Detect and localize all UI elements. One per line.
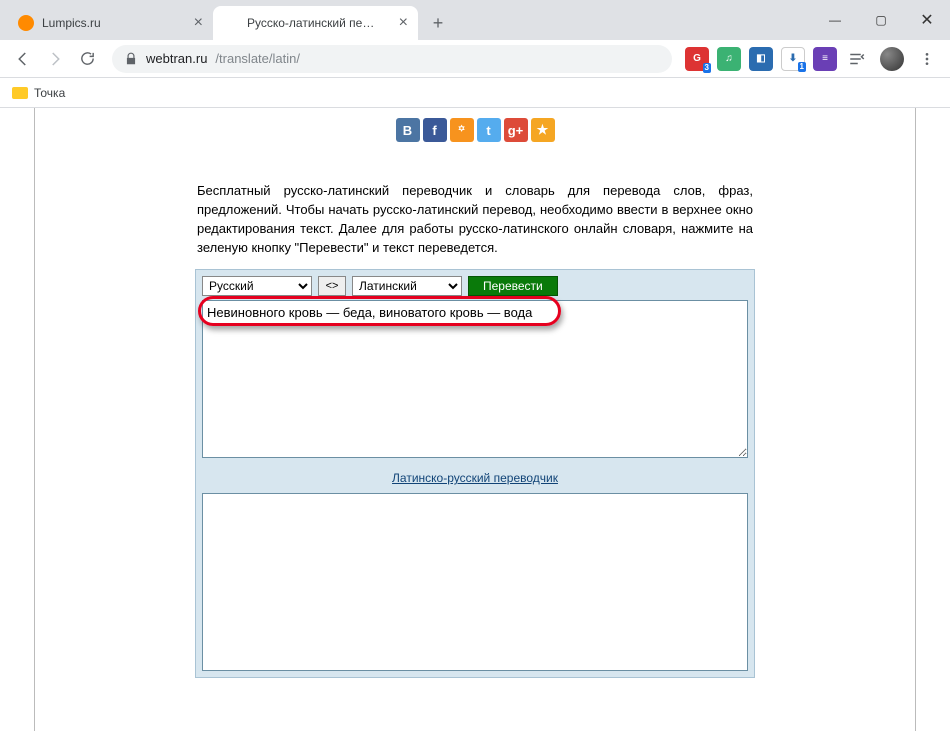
browser-toolbar: webtran.ru/translate/latin/ G3 ♫ ◧ ⬇1 ≡ (0, 40, 950, 78)
close-icon[interactable]: × (399, 14, 408, 32)
source-text-input[interactable] (202, 300, 748, 458)
reading-list-icon[interactable] (842, 44, 872, 74)
profile-avatar[interactable] (880, 47, 904, 71)
page-viewport: B f ꙳ t g+ ★ Бесплатный русско-латинский… (0, 108, 950, 731)
extension-icon[interactable]: G3 (685, 47, 709, 71)
tab-title: Русско-латинский переводчик (247, 16, 377, 30)
url-host: webtran.ru (146, 51, 207, 66)
bookmark-folder[interactable]: Точка (34, 86, 65, 100)
reload-button[interactable] (72, 44, 102, 74)
back-button[interactable] (8, 44, 38, 74)
extension-icon[interactable]: ♫ (717, 47, 741, 71)
extension-icon[interactable]: ◧ (749, 47, 773, 71)
twitter-icon[interactable]: t (477, 118, 501, 142)
window-controls: — ▢ ✕ (812, 0, 950, 40)
extension-icon[interactable]: ⬇1 (781, 47, 805, 71)
translator-panel: Русский <> Латинский Перевести Латинско-… (195, 269, 755, 678)
vk-icon[interactable]: B (396, 118, 420, 142)
favicon-lumpics (18, 15, 34, 31)
target-language-select[interactable]: Латинский (352, 276, 462, 296)
swap-languages-button[interactable]: <> (318, 276, 346, 296)
lock-icon (124, 52, 138, 66)
window-titlebar: Lumpics.ru × Русско-латинский переводчик… (0, 0, 950, 40)
close-window-button[interactable]: ✕ (904, 0, 950, 40)
folder-icon (12, 87, 28, 99)
social-share-bar: B f ꙳ t g+ ★ (35, 118, 915, 142)
minimize-button[interactable]: — (812, 0, 858, 40)
favorite-icon[interactable]: ★ (531, 118, 555, 142)
url-path: /translate/latin/ (215, 51, 300, 66)
tab-webtran[interactable]: Русско-латинский переводчик × (213, 6, 418, 40)
translation-output (202, 493, 748, 671)
favicon-webtran (223, 15, 239, 31)
bookmarks-bar: Точка (0, 78, 950, 108)
close-icon[interactable]: × (194, 14, 203, 32)
facebook-icon[interactable]: f (423, 118, 447, 142)
extension-icon[interactable]: ≡ (813, 47, 837, 71)
gplus-icon[interactable]: g+ (504, 118, 528, 142)
new-tab-button[interactable]: + (424, 9, 452, 37)
tab-lumpics[interactable]: Lumpics.ru × (8, 6, 213, 40)
ok-icon[interactable]: ꙳ (450, 118, 474, 142)
maximize-button[interactable]: ▢ (858, 0, 904, 40)
intro-text: Бесплатный русско-латинский переводчик и… (195, 182, 755, 257)
translate-button[interactable]: Перевести (468, 276, 558, 296)
forward-button[interactable] (40, 44, 70, 74)
reverse-translator-link[interactable]: Латинско-русский переводчик (392, 471, 558, 485)
source-language-select[interactable]: Русский (202, 276, 312, 296)
menu-button[interactable] (912, 44, 942, 74)
address-bar[interactable]: webtran.ru/translate/latin/ (112, 45, 672, 73)
tab-title: Lumpics.ru (42, 16, 101, 30)
